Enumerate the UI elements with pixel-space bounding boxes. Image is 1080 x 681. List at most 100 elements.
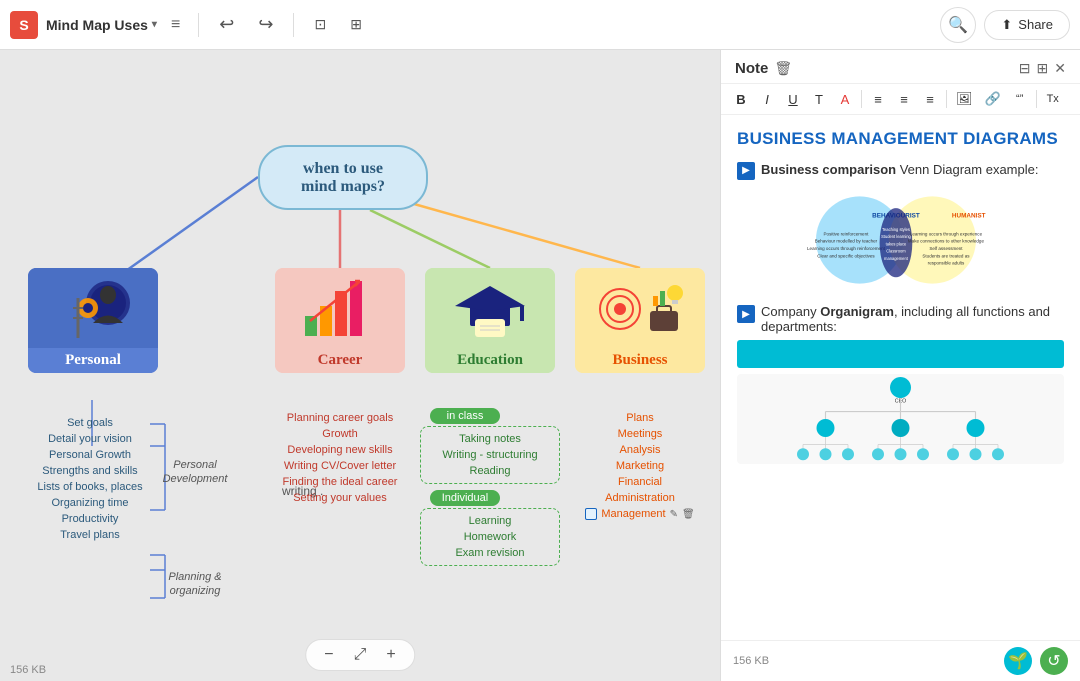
svg-text:management: management [884, 256, 909, 261]
svg-text:HUMANIST: HUMANIST [952, 212, 986, 219]
career-sub-items: Planning career goals Growth Developing … [270, 410, 410, 506]
edu-writing-structuring[interactable]: Writing - structuring [427, 447, 553, 463]
biz-sub-financial[interactable]: Financial [575, 474, 705, 490]
panel-header: Note 🗑 ⊟ ⊞ ✕ [721, 50, 1080, 84]
zoom-out-button[interactable]: − [318, 644, 339, 666]
section2-text: Company Organigram, including all functi… [761, 304, 1064, 334]
embed-button[interactable]: ⊞ [342, 12, 370, 37]
biz-sub-analysis[interactable]: Analysis [575, 442, 705, 458]
fmt-bold[interactable]: B [729, 89, 753, 110]
career-sub-writing-cv[interactable]: Writing CV/Cover letter [270, 458, 410, 474]
personal-sub-travel[interactable]: Travel plans [30, 527, 150, 543]
panel-content[interactable]: BUSINESS MANAGEMENT DIAGRAMS ▶ Business … [721, 115, 1080, 640]
edu-learning[interactable]: Learning [427, 513, 553, 529]
section1-icon: ▶ [737, 162, 755, 180]
section1-text: Business comparison Venn Diagram example… [761, 161, 1038, 179]
edu-exam-revision[interactable]: Exam revision [427, 545, 553, 561]
panel-delete-button[interactable]: 🗑 [774, 60, 792, 77]
svg-text:Self assessment: Self assessment [929, 246, 963, 251]
zoom-fit-button[interactable]: ⤢ [348, 644, 373, 666]
personal-sub-personal-growth[interactable]: Personal Growth [30, 447, 150, 463]
career-sub-developing[interactable]: Developing new skills [270, 442, 410, 458]
personal-sub-set-goals[interactable]: Set goals [30, 415, 150, 431]
fmt-link[interactable]: 🔗 [980, 88, 1006, 110]
personal-sub-organizing[interactable]: Organizing time [30, 495, 150, 511]
business-card-image [575, 268, 705, 348]
svg-text:Teaching styles: Teaching styles [882, 227, 910, 232]
biz-sub-meetings[interactable]: Meetings [575, 426, 705, 442]
branch-card-career[interactable]: Career [275, 268, 405, 373]
career-card-label: Career [275, 348, 405, 373]
svg-text:Student learning: Student learning [881, 234, 911, 239]
fmt-color[interactable]: A [833, 89, 857, 110]
panel-refresh-button[interactable]: ↺ [1040, 647, 1068, 675]
fmt-image[interactable]: 🖼 [951, 88, 978, 110]
app-logo: S [10, 11, 38, 39]
biz-sub-administration[interactable]: Administration [575, 490, 705, 506]
svg-text:Behaviour modelled by teacher: Behaviour modelled by teacher [815, 239, 878, 244]
personal-card-image [28, 268, 158, 348]
personal-card-label: Personal [28, 348, 158, 373]
panel-ai-button[interactable]: 🌱 [1004, 647, 1032, 675]
personal-sub-detail-vision[interactable]: Detail your vision [30, 431, 150, 447]
management-checkbox[interactable] [585, 508, 597, 520]
business-card-label: Business [575, 348, 705, 373]
search-button[interactable]: 🔍 [940, 7, 976, 43]
career-sub-setting[interactable]: Setting your values [270, 490, 410, 506]
branch-card-personal[interactable]: Personal [28, 268, 158, 373]
panel-header-buttons: ⊟ ⊞ ✕ [1019, 60, 1066, 77]
personal-sub-strengths[interactable]: Strengths and skills [30, 463, 150, 479]
career-sub-planning[interactable]: Planning career goals [270, 410, 410, 426]
branch-card-education[interactable]: Education [425, 268, 555, 373]
fmt-underline[interactable]: U [781, 89, 805, 110]
career-sub-finding[interactable]: Finding the ideal career [270, 474, 410, 490]
fmt-clear[interactable]: Tx [1041, 90, 1065, 108]
panel-expand-button[interactable]: ⊞ [1037, 60, 1049, 77]
fmt-list-ordered[interactable]: ≡ [866, 89, 890, 110]
canvas-area[interactable]: when to usemind maps? [0, 50, 720, 681]
svg-text:Clear and specific objectives: Clear and specific objectives [817, 253, 875, 258]
section1-label: ▶ Business comparison Venn Diagram examp… [737, 161, 1064, 180]
edu-tag-individual: Individual [430, 490, 500, 506]
biz-sub-plans[interactable]: Plans [575, 410, 705, 426]
biz-sub-marketing[interactable]: Marketing [575, 458, 705, 474]
fmt-sep-1 [861, 90, 862, 108]
menu-button[interactable]: ≡ [165, 12, 186, 38]
career-sub-growth[interactable]: Growth [270, 426, 410, 442]
panel-close-button[interactable]: ✕ [1054, 60, 1066, 77]
svg-text:Positive reinforcement: Positive reinforcement [824, 231, 870, 236]
main-toolbar: S Mind Map Uses ▾ ≡ ↩ ↪ ⊡ ⊞ 🔍 ⬆ Share [0, 0, 1080, 50]
fmt-text[interactable]: T [807, 89, 831, 110]
share-icon: ⬆ [1001, 17, 1012, 33]
zoom-in-button[interactable]: + [380, 644, 401, 666]
share-button[interactable]: ⬆ Share [984, 10, 1070, 40]
edu-taking-notes[interactable]: Taking notes [427, 431, 553, 447]
redo-button[interactable]: ↪ [250, 10, 281, 39]
biz-edit-icon[interactable]: ✎ [670, 509, 678, 520]
venn-diagram: BEHAVIOURIST HUMANIST Positive reinforce… [737, 190, 1064, 290]
fmt-quote[interactable]: “” [1008, 90, 1032, 108]
svg-text:Learning occurs through experi: Learning occurs through experience [910, 231, 983, 236]
biz-sub-management[interactable]: Management [585, 506, 665, 522]
panel-minimize-button[interactable]: ⊟ [1019, 60, 1031, 77]
biz-delete-icon[interactable]: 🗑 [682, 509, 695, 520]
education-card-image [425, 268, 555, 348]
career-card-image [275, 268, 405, 348]
central-node[interactable]: when to usemind maps? [258, 145, 428, 210]
svg-text:takes place: takes place [886, 241, 907, 246]
svg-text:Students are treated as: Students are treated as [922, 253, 970, 258]
fmt-align[interactable]: ≡ [918, 89, 942, 110]
branch-card-business[interactable]: Business [575, 268, 705, 373]
edu-reading[interactable]: Reading [427, 463, 553, 479]
app-title: Mind Map Uses ▾ [46, 17, 157, 33]
personal-sub-productivity[interactable]: Productivity [30, 511, 150, 527]
fmt-list-unordered[interactable]: ≡ [892, 89, 916, 110]
frame-button[interactable]: ⊡ [306, 12, 334, 37]
fmt-italic[interactable]: I [755, 89, 779, 110]
personal-sub-lists[interactable]: Lists of books, places [30, 479, 150, 495]
panel-footer: 156 KB 🌱 ↺ [721, 640, 1080, 681]
main-area: when to usemind maps? [0, 50, 1080, 681]
edu-homework[interactable]: Homework [427, 529, 553, 545]
personal-dev-label: PersonalDevelopment [155, 458, 235, 487]
undo-button[interactable]: ↩ [211, 10, 242, 39]
